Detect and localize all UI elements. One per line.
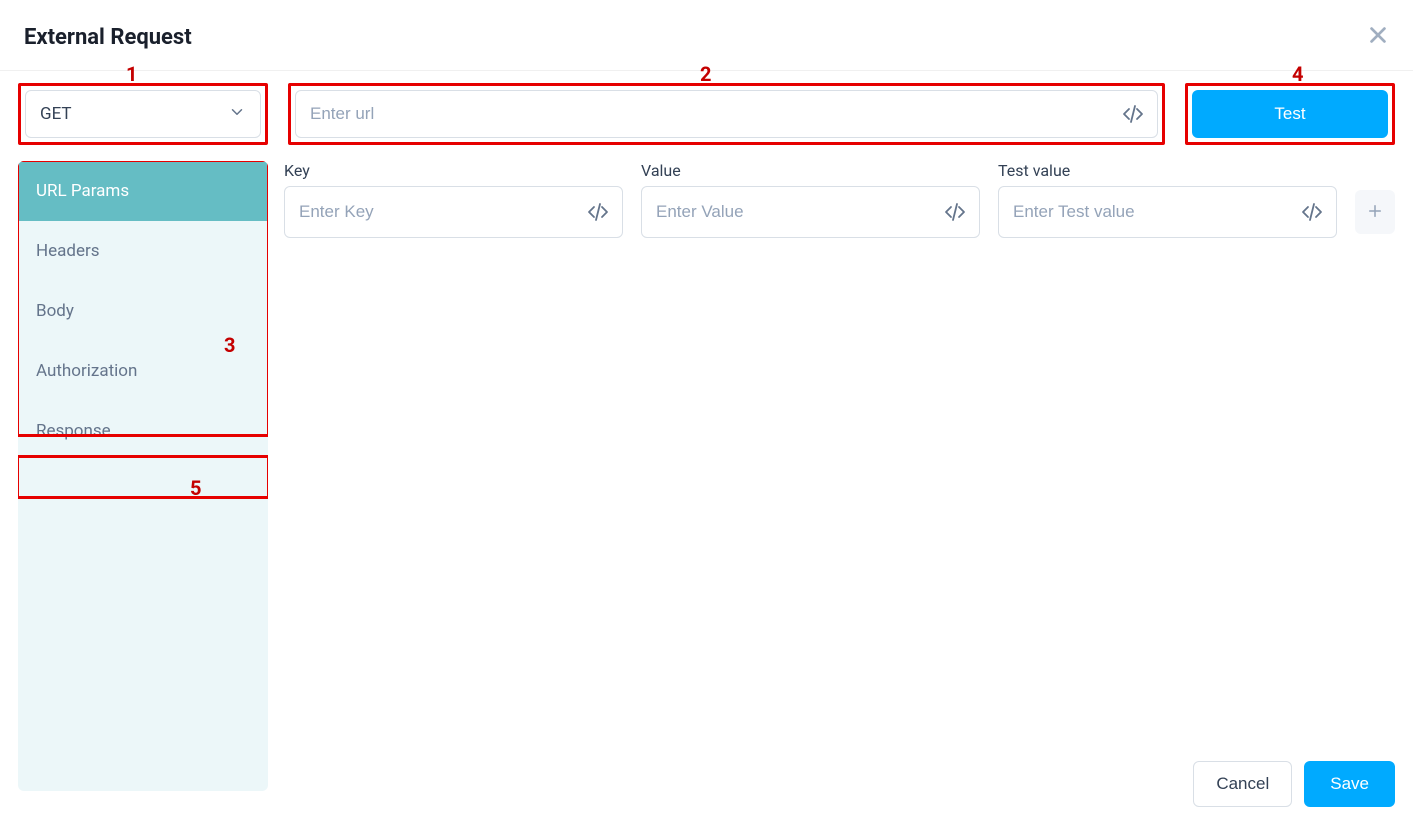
modal-footer: Cancel Save [1193, 761, 1395, 807]
param-testvalue-col: Test value [998, 161, 1337, 238]
test-button[interactable]: Test [1192, 90, 1388, 138]
sidebar-spacer [18, 461, 268, 791]
url-box [288, 83, 1165, 145]
testvalue-input[interactable] [1013, 187, 1300, 237]
tab-authorization[interactable]: Authorization [18, 341, 268, 401]
close-button[interactable] [1367, 24, 1389, 50]
param-key-col: Key [284, 161, 623, 238]
tab-response[interactable]: Response [18, 401, 268, 461]
code-icon[interactable] [943, 200, 967, 224]
request-top-row: GET Test [0, 71, 1413, 145]
tab-label: Body [36, 301, 74, 321]
params-content: Key Value [284, 161, 1395, 238]
value-input-box [641, 186, 980, 238]
code-icon[interactable] [586, 200, 610, 224]
modal-header: External Request [0, 0, 1413, 71]
main-area: URL Params Headers Body Authorization Re… [0, 145, 1413, 791]
code-icon[interactable] [1300, 200, 1324, 224]
tab-label: Authorization [36, 361, 137, 381]
testvalue-label: Test value [998, 161, 1337, 180]
value-input[interactable] [656, 187, 943, 237]
key-label: Key [284, 161, 623, 180]
tab-label: Response [36, 421, 111, 441]
close-icon [1367, 24, 1389, 50]
plus-icon [1366, 202, 1384, 223]
tab-url-params[interactable]: URL Params [18, 161, 268, 221]
param-row: Key Value [284, 161, 1395, 238]
tab-label: Headers [36, 241, 100, 261]
key-input[interactable] [299, 187, 586, 237]
code-icon[interactable] [1121, 102, 1145, 126]
param-value-col: Value [641, 161, 980, 238]
chevron-down-icon [228, 103, 246, 125]
method-label: GET [40, 104, 72, 124]
key-input-box [284, 186, 623, 238]
test-button-box: Test [1185, 83, 1395, 145]
modal-title: External Request [24, 25, 192, 50]
tab-body[interactable]: Body [18, 281, 268, 341]
tab-headers[interactable]: Headers [18, 221, 268, 281]
url-input[interactable] [310, 91, 1121, 137]
method-select-box: GET [18, 83, 268, 145]
sidebar: URL Params Headers Body Authorization Re… [18, 161, 268, 791]
save-button[interactable]: Save [1304, 761, 1395, 807]
tab-label: URL Params [36, 181, 129, 201]
value-label: Value [641, 161, 980, 180]
testvalue-input-box [998, 186, 1337, 238]
http-method-select[interactable]: GET [25, 90, 261, 138]
add-param-button[interactable] [1355, 190, 1395, 234]
cancel-button[interactable]: Cancel [1193, 761, 1292, 807]
url-input-container [295, 90, 1158, 138]
